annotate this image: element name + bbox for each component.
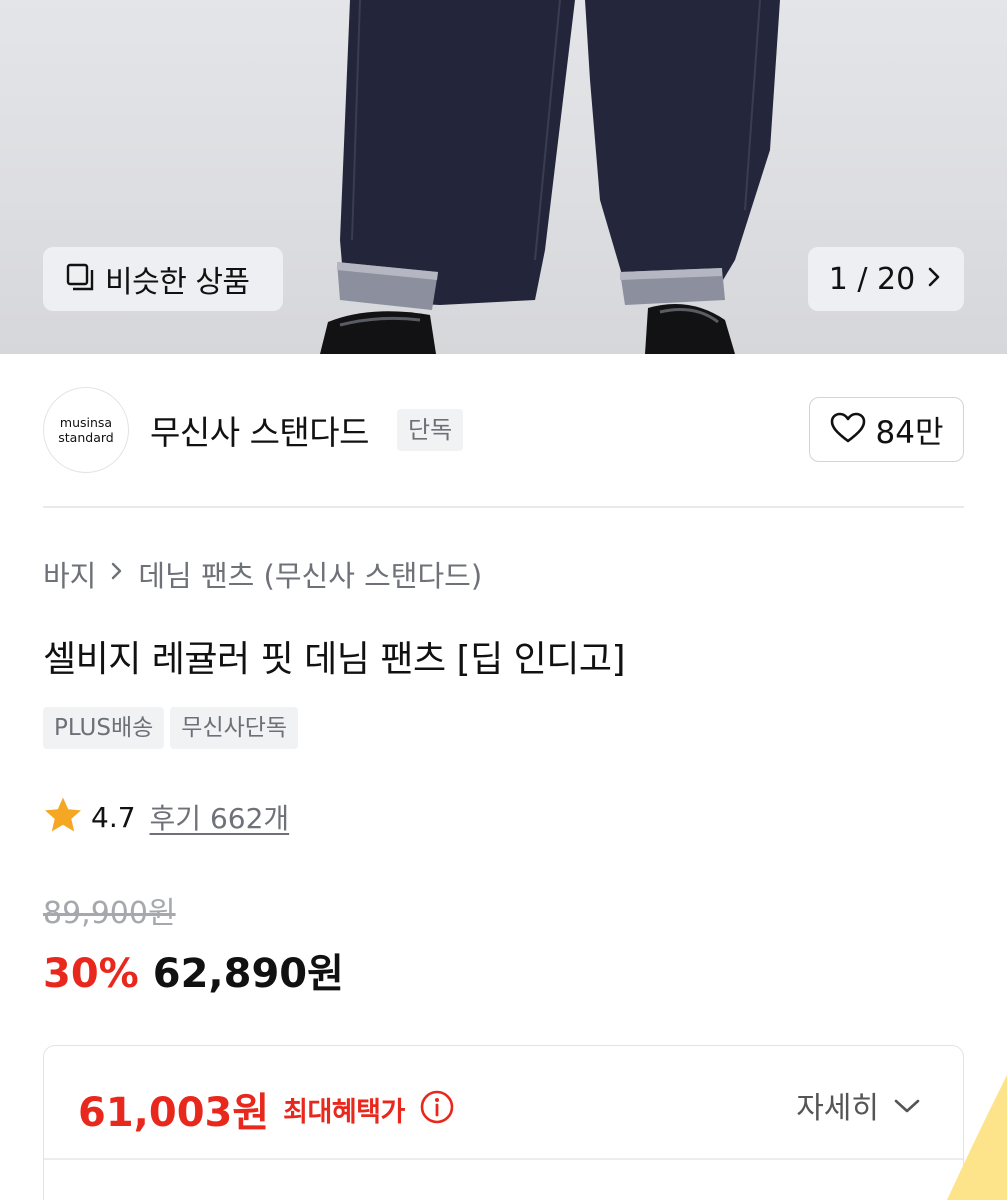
rating-score: 4.7 (91, 800, 136, 834)
brand-logo-line2: standard (58, 430, 114, 445)
like-button[interactable]: 84만 (809, 397, 964, 462)
similar-items-label: 비슷한 상품 (105, 265, 250, 300)
benefit-detail-toggle[interactable]: 자세히 (796, 1083, 921, 1127)
chevron-right-icon (110, 559, 124, 589)
chevron-right-icon (925, 265, 943, 293)
product-tags: PLUS배송 무신사단독 (43, 707, 299, 749)
brand-logo-line1: musinsa (59, 415, 113, 430)
image-counter-button[interactable]: 1 / 20 (808, 247, 964, 311)
benefit-divider (44, 1158, 963, 1160)
like-count: 84만 (875, 415, 944, 451)
breadcrumb-item-subcategory[interactable]: 데님 팬츠 (무신사 스탠다드) (138, 553, 482, 595)
max-benefit-box: 61,003원 최대혜택가 자세히 (43, 1045, 964, 1200)
breadcrumb-item-category[interactable]: 바지 (43, 553, 96, 595)
discount-rate: 30% (43, 951, 139, 997)
heart-icon (830, 412, 866, 448)
star-icon (43, 796, 83, 838)
max-benefit-price: 61,003원 (78, 1090, 270, 1136)
sale-price-row: 30% 62,890원 (43, 941, 344, 999)
benefit-detail-label: 자세히 (796, 1091, 879, 1126)
rating: 4.7 후기 662개 (43, 796, 289, 838)
product-image[interactable]: 비슷한 상품 1 / 20 (0, 0, 1007, 354)
tag-exclusive: 무신사단독 (170, 707, 299, 749)
brand-name[interactable]: 무신사 스탠다드 (150, 406, 370, 454)
image-counter: 1 / 20 (828, 261, 916, 297)
max-benefit-row: 61,003원 최대혜택가 (78, 1080, 455, 1138)
product-title: 셀비지 레귤러 핏 데님 팬츠 [딥 인디고] (43, 639, 626, 680)
sale-price: 62,890원 (152, 951, 344, 997)
brand-exclusive-badge: 단독 (397, 409, 464, 451)
similar-items-button[interactable]: 비슷한 상품 (43, 247, 283, 311)
original-price: 89,900원 (43, 896, 176, 931)
breadcrumb: 바지 데님 팬츠 (무신사 스탠다드) (43, 553, 482, 595)
similar-items-icon (65, 262, 95, 296)
info-icon[interactable] (419, 1089, 455, 1129)
floating-decoration (947, 1075, 1007, 1200)
divider (43, 506, 964, 508)
chevron-down-icon (893, 1088, 921, 1123)
max-benefit-label: 최대혜택가 (283, 1096, 405, 1128)
reviews-link[interactable]: 후기 662개 (150, 797, 290, 837)
tag-plus-delivery: PLUS배송 (43, 707, 165, 749)
brand-logo[interactable]: musinsa standard (43, 387, 129, 473)
